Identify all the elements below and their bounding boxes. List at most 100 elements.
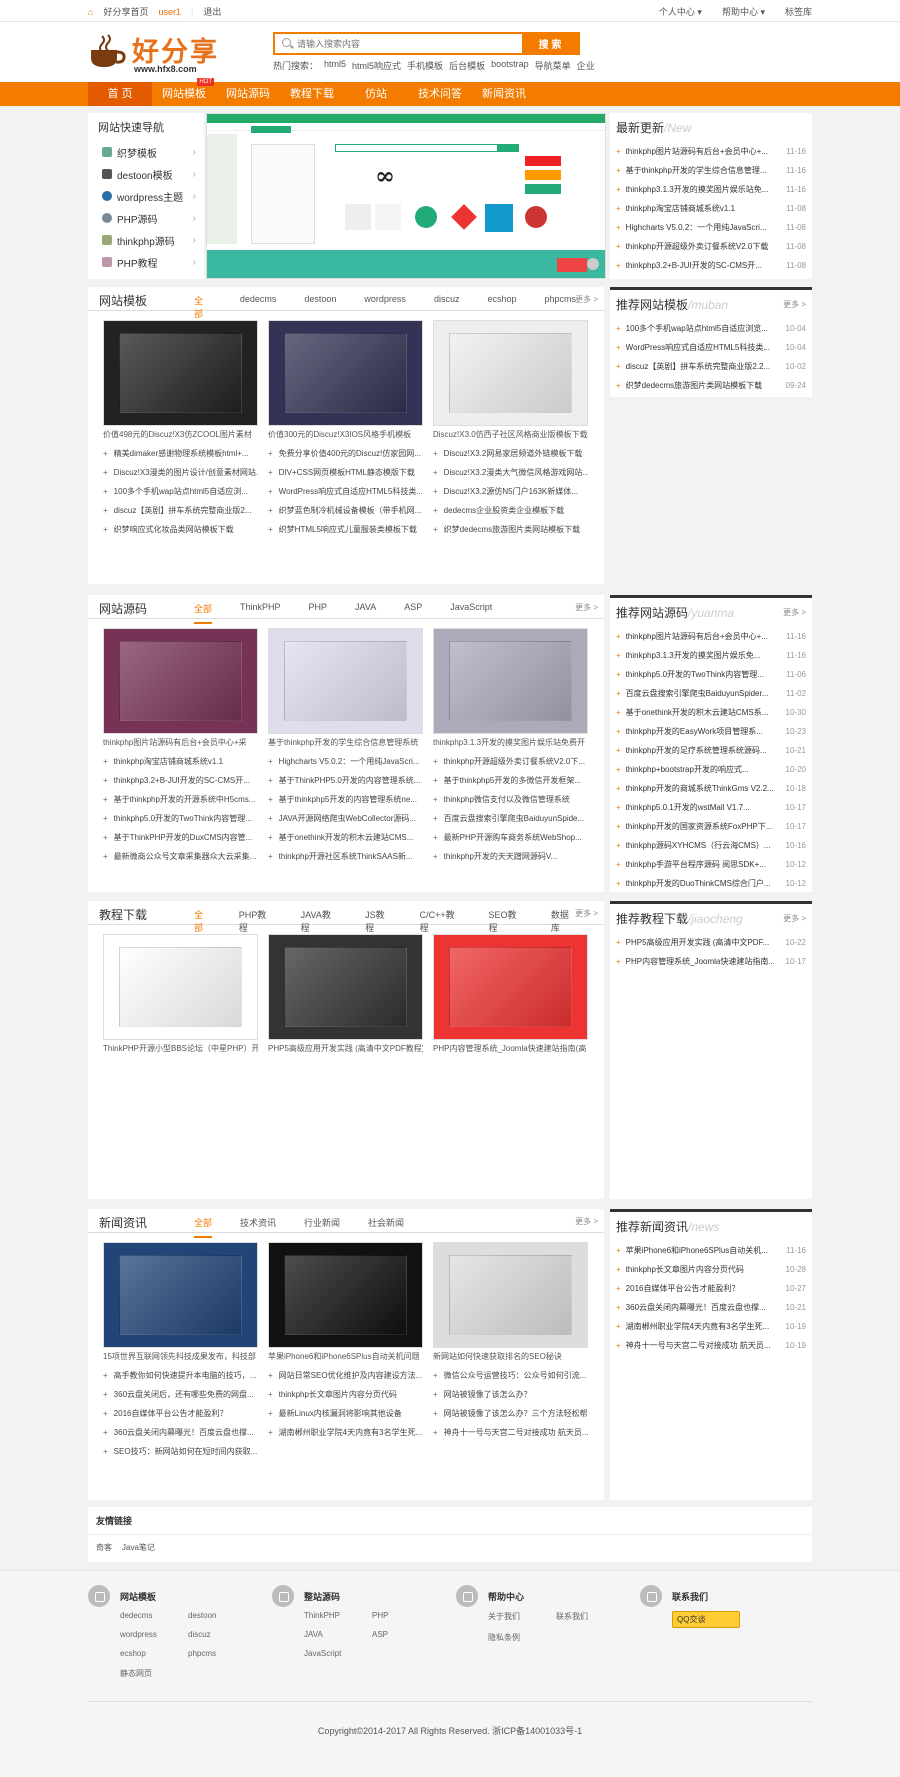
list-item[interactable]: thinkphp开源社区系统ThinkSAAS新...: [268, 847, 423, 866]
list-item[interactable]: 网站日常SEO优化维护及内容建设方法...: [268, 1366, 423, 1385]
section-tab[interactable]: 技术资讯: [240, 1216, 276, 1238]
thumbnail-image[interactable]: [433, 1242, 588, 1348]
side-list-item[interactable]: + 湖南郴州职业学院4天内竟有3名学生死... 10-19: [616, 1317, 806, 1336]
latest-item[interactable]: + thinkphp淘宝店铺商城系统v1.1 11-08: [616, 199, 806, 218]
quick-nav-item[interactable]: destoon模板 ›: [88, 163, 204, 185]
section-tab[interactable]: ASP: [404, 602, 422, 624]
latest-item[interactable]: + 基于thinkphp开发的学生综合信息管理... 11-16: [616, 161, 806, 180]
list-item[interactable]: 最新PHP开源购车商务系统WebShop...: [433, 828, 588, 847]
list-item[interactable]: 最新Linux内核漏洞将影响其他设备: [268, 1404, 423, 1423]
more-link[interactable]: 更多 >: [783, 913, 806, 924]
latest-item-title[interactable]: thinkphp图片站源码有后台+会员中心+...: [626, 146, 774, 157]
footer-link[interactable]: PHP: [372, 1611, 440, 1620]
quick-nav-item[interactable]: wordpress主题 ›: [88, 185, 204, 207]
thumbnail-card[interactable]: 新网站如何快速获取排名的SEO秘诀: [433, 1242, 588, 1362]
side-item-title[interactable]: 基于onethink开发的积木云建站CMS系...: [626, 707, 774, 718]
thumbnail-image[interactable]: [103, 934, 258, 1040]
footer-link[interactable]: discuz: [188, 1630, 256, 1639]
footer-link[interactable]: JAVA: [304, 1630, 372, 1639]
latest-item-title[interactable]: thinkphp3.1.3开发的摸奖图片娱乐站免...: [626, 184, 774, 195]
more-link[interactable]: 更多 >: [575, 294, 598, 305]
nav-templates[interactable]: 网站模板 HOT: [152, 78, 216, 106]
thumbnail-caption[interactable]: 15项世界互联网领先科技成果发布，科技部: [103, 1351, 258, 1362]
bookmark-link[interactable]: 标签库: [785, 5, 812, 18]
thumbnail-image[interactable]: [268, 1242, 423, 1348]
footer-link[interactable]: JavaScript: [304, 1649, 372, 1658]
list-item[interactable]: WordPress响应式自适应HTML5科技类...: [268, 482, 423, 501]
list-item[interactable]: JAVA开源网络爬虫WebCollector源码...: [268, 809, 423, 828]
thumbnail-card[interactable]: PHP5高级应用开发实践 (高清中文PDF教程): [268, 934, 423, 1054]
more-link[interactable]: 更多 >: [575, 602, 598, 613]
list-item[interactable]: 2016自媒体平台公告才能盈利？: [103, 1404, 258, 1423]
side-item-title[interactable]: 百度云盘搜索引擎爬虫BaiduyunSpider...: [626, 688, 774, 699]
thumbnail-card[interactable]: thinkphp3.1.3开发的摸奖图片娱乐站免费开: [433, 628, 588, 748]
section-tab[interactable]: JavaScript: [450, 602, 492, 624]
quick-nav-item[interactable]: 织梦模板 ›: [88, 141, 204, 163]
side-list-item[interactable]: + thinkphp源码XYHCMS（行云海CMS）... 10-16: [616, 836, 806, 855]
side-list-item[interactable]: + thinkphp开发的DuoThinkCMS综合门户... 10-12: [616, 874, 806, 893]
thumbnail-image[interactable]: [433, 934, 588, 1040]
list-item[interactable]: 织梦蓝色制冷机械设备模板（带手机网...: [268, 501, 423, 520]
more-link[interactable]: 更多 >: [783, 299, 806, 310]
nav-news[interactable]: 新闻资讯: [472, 82, 536, 106]
footer-link[interactable]: 关于我们: [488, 1611, 556, 1622]
thumbnail-caption[interactable]: 价值300元的Discuz!X3IOS风格手机模板: [268, 429, 423, 440]
quick-nav-item[interactable]: thinkphp源码 ›: [88, 229, 204, 251]
nav-home[interactable]: 首 页: [88, 82, 152, 106]
thumbnail-card[interactable]: 价值300元的Discuz!X3IOS风格手机模板: [268, 320, 423, 440]
side-list-item[interactable]: + thinkphp+bootstrap开发的响应式... 10-20: [616, 760, 806, 779]
side-list-item[interactable]: + 基于onethink开发的积木云建站CMS系... 10-30: [616, 703, 806, 722]
side-list-item[interactable]: + thinkphp图片站源码有后台+会员中心+... 11-16: [616, 627, 806, 646]
list-item[interactable]: 湖南郴州职业学院4天内竟有3名学生死...: [268, 1423, 423, 1442]
qq-chat-button[interactable]: QQ交谈: [672, 1611, 740, 1628]
thumbnail-card[interactable]: PHP内容管理系统_Joomla快速建站指南(高: [433, 934, 588, 1054]
search-button[interactable]: 搜 索: [522, 34, 578, 53]
latest-item[interactable]: + thinkphp开源超级外卖订餐系统V2.0下载 11-08: [616, 237, 806, 256]
side-item-title[interactable]: thinkphp长文章图片内容分页代码: [626, 1264, 774, 1275]
side-list-item[interactable]: + thinkphp长文章图片内容分页代码 10-28: [616, 1260, 806, 1279]
side-list-item[interactable]: + 苹果iPhone6和iPhone6SPlus自动关机... 11-16: [616, 1241, 806, 1260]
side-item-title[interactable]: 360云盘关闭内幕曝光！百度云盘也撑...: [626, 1302, 774, 1313]
footer-link[interactable]: destoon: [188, 1611, 256, 1620]
thumbnail-image[interactable]: [268, 320, 423, 426]
list-item[interactable]: 基于ThinkPHP5.0开发的内容管理系统...: [268, 771, 423, 790]
footer-link[interactable]: phpcms: [188, 1649, 256, 1658]
latest-item-title[interactable]: 基于thinkphp开发的学生综合信息管理...: [626, 165, 774, 176]
side-item-title[interactable]: 100多个手机wap站点html5自适应浏览...: [626, 323, 774, 334]
side-list-item[interactable]: + thinkphp手游平台程序源码 阅思SDK+... 10-12: [616, 855, 806, 874]
hot-search-item[interactable]: html5: [324, 59, 346, 72]
list-item[interactable]: 织梦响应式化妆品类网站模板下载: [103, 520, 258, 539]
list-item[interactable]: thinkphp微信支付以及微信管理系统: [433, 790, 588, 809]
home-link[interactable]: 好分享首页: [103, 5, 148, 18]
footer-link[interactable]: wordpress: [120, 1630, 188, 1639]
list-item[interactable]: 微信公众号运营技巧：公众号如何引流...: [433, 1366, 588, 1385]
list-item[interactable]: Discuz!X3.2网易家居频道外链模板下载: [433, 444, 588, 463]
footer-link[interactable]: ecshop: [120, 1649, 188, 1658]
list-item[interactable]: 精美dimaker感谢物理系统模板html+...: [103, 444, 258, 463]
thumbnail-image[interactable]: [433, 320, 588, 426]
side-list-item[interactable]: + thinkphp3.1.3开发的摸奖图片娱乐免... 11-16: [616, 646, 806, 665]
list-item[interactable]: thinkphp开发的天天蹭网源码V...: [433, 847, 588, 866]
section-tab[interactable]: 全部: [194, 1216, 213, 1238]
thumbnail-caption[interactable]: Discuz!X3.0仿西子社区风格商业版模板下载: [433, 429, 588, 440]
latest-item[interactable]: + thinkphp3.2+B-JUI开发的SC-CMS开... 11-08: [616, 256, 806, 275]
section-tab[interactable]: 全部: [194, 602, 213, 624]
list-item[interactable]: 神舟十一号与天宫二号对接成功 航天员...: [433, 1423, 588, 1442]
side-item-title[interactable]: thinkphp开发的国家资源系统FoxPHP下...: [626, 821, 774, 832]
side-item-title[interactable]: thinkphp+bootstrap开发的响应式...: [626, 764, 774, 775]
side-item-title[interactable]: thinkphp5.0开发的TwoThink内容管理...: [626, 669, 774, 680]
side-list-item[interactable]: + thinkphp开发的EasyWork项目管理系... 10-23: [616, 722, 806, 741]
hot-search-item[interactable]: 企业: [577, 59, 595, 72]
side-item-title[interactable]: thinkphp开发的DuoThinkCMS综合门户...: [626, 878, 774, 889]
list-item[interactable]: discuz【英剧】拼车系统完整商业版2...: [103, 501, 258, 520]
list-item[interactable]: 基于onethink开发的积木云建站CMS...: [268, 828, 423, 847]
side-item-title[interactable]: 苹果iPhone6和iPhone6SPlus自动关机...: [626, 1245, 774, 1256]
hot-search-item[interactable]: 手机模板: [407, 59, 443, 72]
list-item[interactable]: SEO技巧：新网站如何在短时间内获取...: [103, 1442, 258, 1461]
list-item[interactable]: dedecms企业股资类企业模板下载: [433, 501, 588, 520]
list-item[interactable]: 基于ThinkPHP开发的DuxCMS内容管...: [103, 828, 258, 847]
side-list-item[interactable]: + PHP5高级应用开发实践 (高清中文PDF... 10-22: [616, 933, 806, 952]
user-link[interactable]: user1: [158, 7, 181, 17]
thumbnail-image[interactable]: [268, 628, 423, 734]
side-item-title[interactable]: thinkphp5.0.1开发的wstMall V1.7...: [626, 802, 774, 813]
